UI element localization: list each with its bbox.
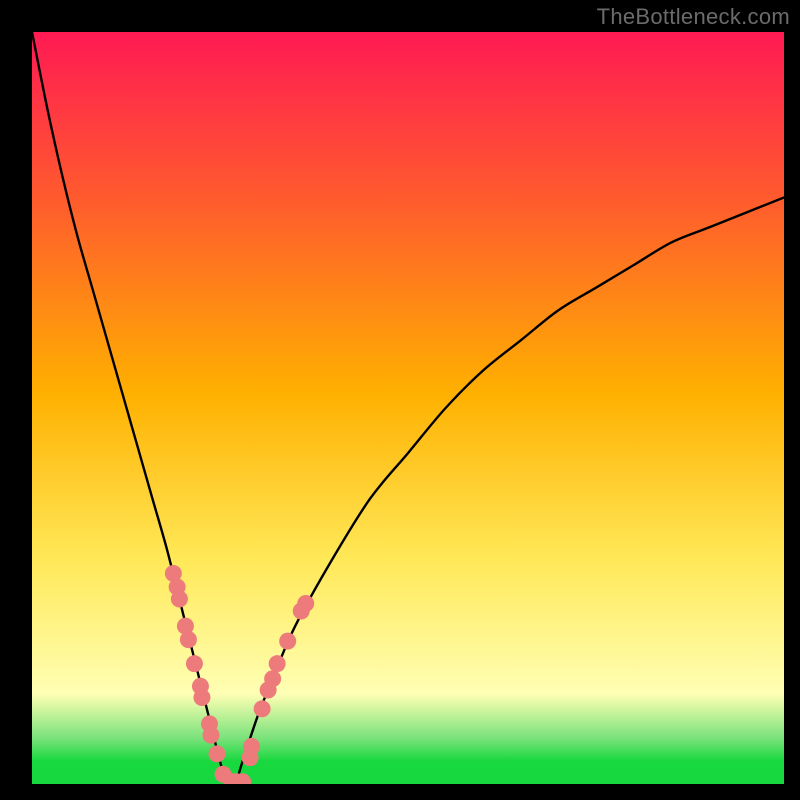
chart-overlay <box>32 32 784 784</box>
data-point <box>243 738 260 755</box>
data-point <box>264 670 281 687</box>
plot-area <box>32 32 784 784</box>
highlighted-points <box>165 565 314 784</box>
watermark-text: TheBottleneck.com <box>597 4 790 30</box>
data-point <box>279 633 296 650</box>
data-point <box>254 700 271 717</box>
data-point <box>297 595 314 612</box>
bottleneck-curve <box>32 32 784 784</box>
chart-stage: TheBottleneck.com <box>0 0 800 800</box>
data-point <box>180 631 197 648</box>
data-point <box>269 655 286 672</box>
data-point <box>193 689 210 706</box>
data-point <box>186 655 203 672</box>
data-point <box>171 591 188 608</box>
data-point <box>208 745 225 762</box>
data-point <box>202 727 219 744</box>
